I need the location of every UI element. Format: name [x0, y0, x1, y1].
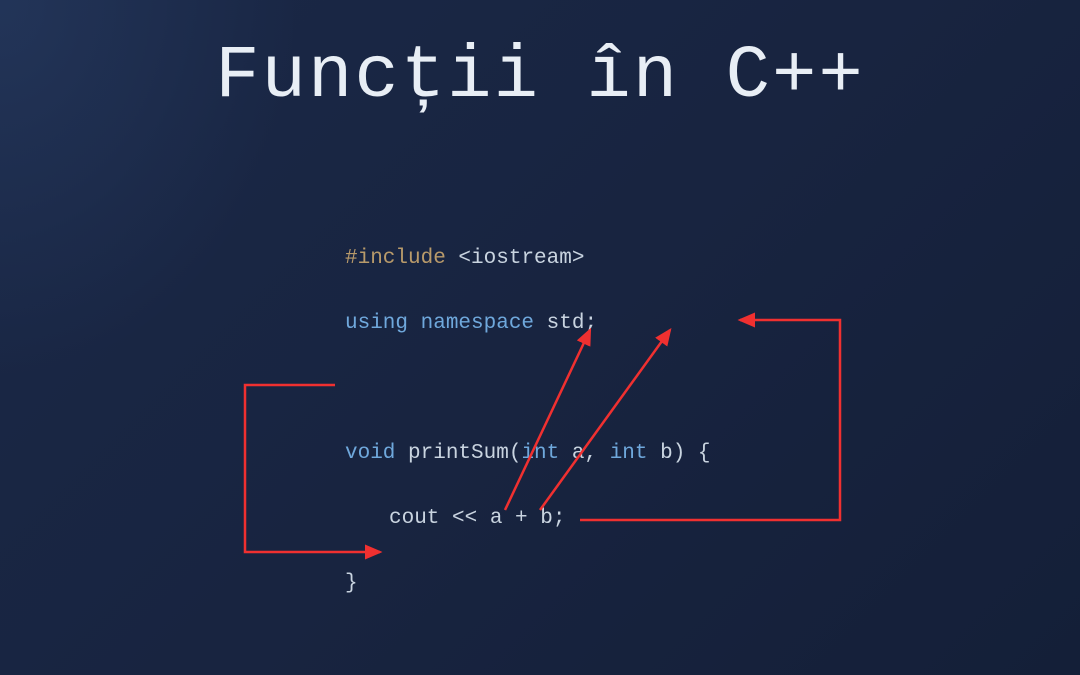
code-line-close-brace: }: [345, 568, 711, 601]
token-param-b: b) {: [648, 442, 711, 465]
token-param-a: a,: [559, 442, 609, 465]
token-param-type-a: int: [521, 442, 559, 465]
code-line-func-body: cout << a + b;: [345, 503, 711, 536]
token-keyword-namespace: namespace: [408, 312, 534, 335]
token-std: std;: [534, 312, 597, 335]
token-param-type-b: int: [610, 442, 648, 465]
token-keyword-using: using: [345, 312, 408, 335]
token-include-target: <iostream>: [446, 247, 585, 270]
code-line-func-decl: void printSum(int a, int b) {: [345, 438, 711, 471]
token-func-name: printSum(: [395, 442, 521, 465]
code-line-blank-2: [345, 633, 711, 666]
token-directive: #include: [345, 247, 446, 270]
code-snippet: #include <iostream> using namespace std;…: [345, 210, 711, 675]
slide-title: Funcții în C++: [0, 35, 1080, 119]
token-return-type: void: [345, 442, 395, 465]
code-line-using: using namespace std;: [345, 308, 711, 341]
token-close-brace: }: [345, 572, 358, 595]
token-cout-stmt: cout << a + b;: [389, 507, 565, 530]
code-line-include: #include <iostream>: [345, 243, 711, 276]
code-line-blank: [345, 373, 711, 406]
